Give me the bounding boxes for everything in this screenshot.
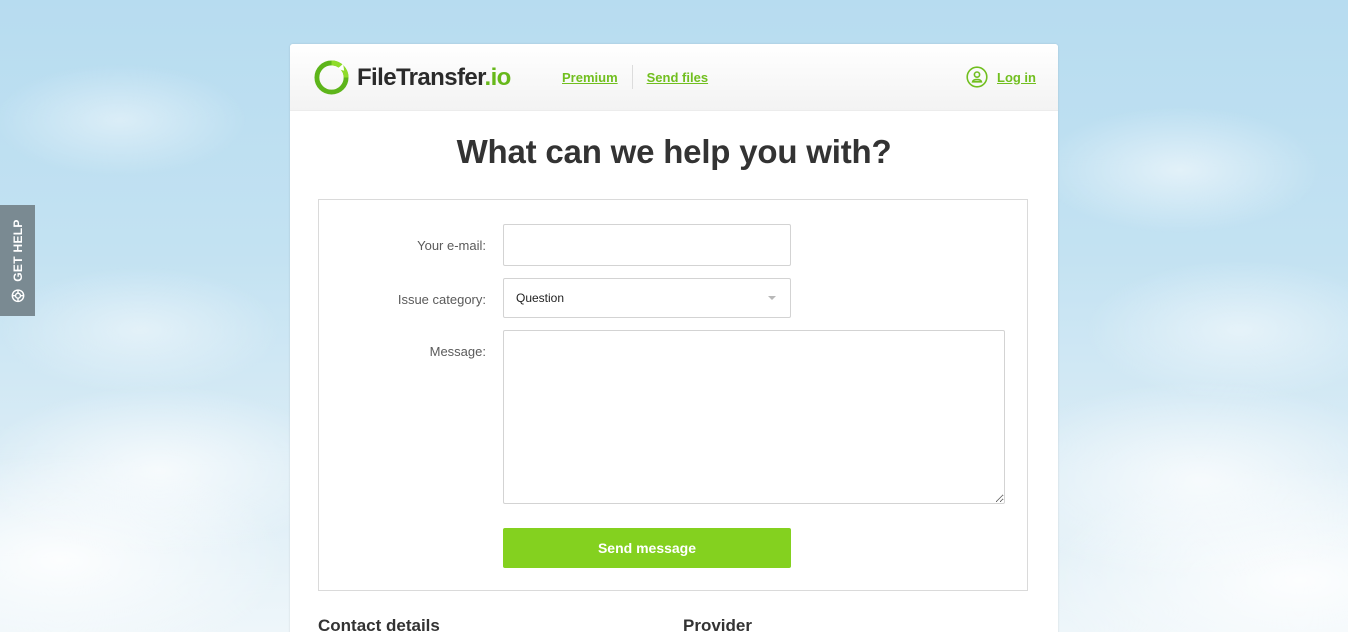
email-label: Your e-mail: <box>417 238 486 253</box>
site-logo[interactable]: FileTransfer.io <box>314 60 511 95</box>
provider-heading: Provider <box>683 616 752 632</box>
nav-send-files-link[interactable]: Send files <box>647 70 708 85</box>
lifebuoy-icon <box>11 288 24 302</box>
site-header: FileTransfer.io Premium Send files Log i… <box>290 44 1058 111</box>
nav-divider <box>631 65 633 89</box>
logo-text: FileTransfer.io <box>357 64 511 92</box>
user-icon <box>966 66 988 88</box>
main-nav: Premium Send files <box>562 65 708 89</box>
chevron-down-icon <box>768 296 776 300</box>
category-selected-value: Question <box>516 291 565 305</box>
category-select[interactable]: Question <box>503 278 791 318</box>
contact-details-heading: Contact details <box>318 616 440 632</box>
email-field[interactable] <box>503 224 791 266</box>
login-label: Log in <box>997 69 1036 85</box>
contact-form: Your e-mail: Issue category: Question Me… <box>318 199 1028 591</box>
logo-tld: .io <box>484 63 512 91</box>
get-help-tab[interactable]: GET HELP <box>0 205 35 316</box>
nav-premium-link[interactable]: Premium <box>562 70 618 85</box>
send-message-button[interactable]: Send message <box>503 528 791 568</box>
get-help-label: GET HELP <box>10 218 25 282</box>
message-label: Message: <box>429 344 486 359</box>
logo-ring-icon <box>314 60 349 95</box>
category-label: Issue category: <box>397 292 486 307</box>
login-link[interactable]: Log in <box>966 66 1036 88</box>
logo-name: FileTransfer <box>357 63 485 91</box>
page-title: What can we help you with? <box>456 133 892 170</box>
main-card: FileTransfer.io Premium Send files Log i… <box>290 44 1058 632</box>
message-textarea[interactable] <box>503 330 1005 504</box>
